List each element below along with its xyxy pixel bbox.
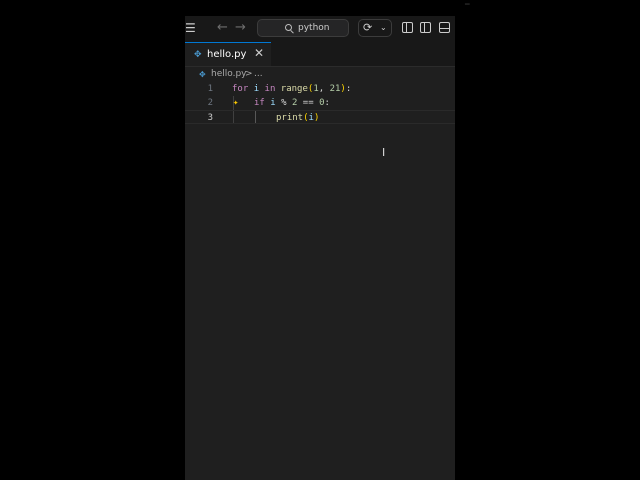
breadcrumb-separator: > — [245, 69, 253, 79]
copilot-button[interactable]: ⟳ ⌄ — [358, 19, 392, 37]
tab-hello-py[interactable]: ✥ hello.py ✕ — [185, 42, 271, 66]
tab-label: hello.py — [207, 49, 247, 60]
title-bar: ☰ ← → python ⟳ ⌄ — [185, 16, 455, 42]
search-icon — [285, 24, 292, 31]
breadcrumb: ✥ hello.py > ... — [185, 68, 455, 82]
line-number: 3 — [207, 113, 213, 123]
toggle-panel-icon[interactable] — [439, 22, 450, 33]
breadcrumb-more[interactable]: ... — [254, 68, 263, 81]
corner-mark: ▁ — [465, 0, 470, 5]
python-file-icon: ✥ — [194, 50, 202, 60]
code-area[interactable]: ✦ 1 for i in range(1, 21): 2 if i % 2 ==… — [185, 82, 455, 124]
breadcrumb-file[interactable]: hello.py — [211, 68, 247, 81]
code-text-line-3: print(i) — [276, 113, 320, 123]
code-line-1[interactable]: 1 for i in range(1, 21): — [185, 82, 455, 96]
line-number: 2 — [207, 98, 213, 108]
code-editor-window: ☰ ← → python ⟳ ⌄ ✥ hello.py ✕ ✥ hello.py… — [185, 16, 455, 480]
line-number: 1 — [207, 84, 213, 94]
code-text-line-1: for i in range(1, 21): — [232, 84, 352, 94]
python-file-icon: ✥ — [199, 70, 206, 79]
copilot-icon: ⟳ — [363, 21, 373, 34]
command-search-box[interactable]: python — [257, 19, 349, 37]
chevron-down-icon[interactable]: ⌄ — [380, 22, 387, 34]
code-line-3[interactable]: 3 print(i) — [185, 110, 455, 124]
toggle-primary-sidebar-icon[interactable] — [402, 22, 413, 33]
arrow-right-icon[interactable]: → — [235, 20, 246, 36]
close-icon[interactable]: ✕ — [254, 47, 264, 60]
code-text-line-2: if i % 2 == 0: — [254, 98, 330, 108]
search-text: python — [298, 23, 330, 33]
mouse-cursor-ibeam-icon: I — [382, 146, 386, 159]
tab-bar: ✥ hello.py ✕ — [185, 42, 455, 67]
hamburger-icon[interactable]: ☰ — [185, 22, 196, 34]
arrow-left-icon[interactable]: ← — [217, 20, 228, 36]
toggle-secondary-sidebar-icon[interactable] — [420, 22, 431, 33]
code-line-2[interactable]: 2 if i % 2 == 0: — [185, 96, 455, 110]
